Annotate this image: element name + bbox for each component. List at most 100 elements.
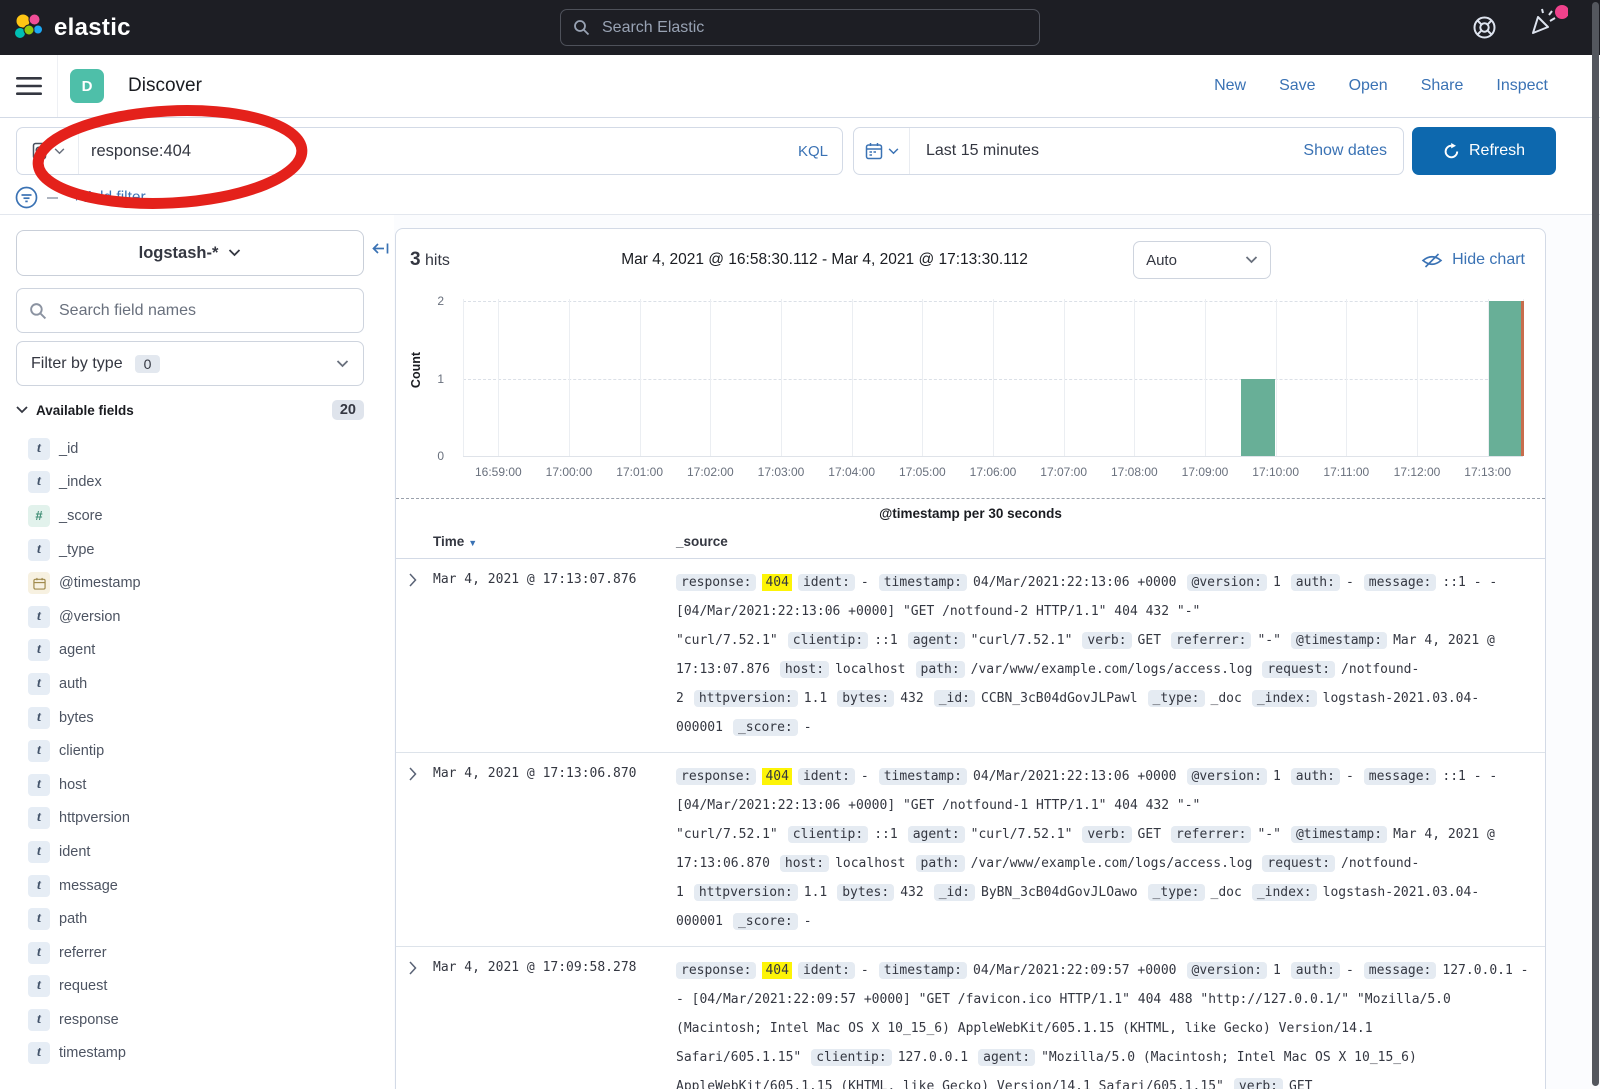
field-name: _type [59,542,94,558]
results-header: 3 hits Mar 4, 2021 @ 16:58:30.112 - Mar … [396,229,1545,291]
field-type-string-icon: t [28,942,50,964]
field-name: _id [59,441,78,457]
discover-app-badge[interactable]: D [70,69,104,103]
x-gridline [993,299,994,456]
time-column-header[interactable]: Time▼ [433,534,477,549]
kibana-discover-page: elastic [0,0,1600,1089]
x-tick-label: 17:04:00 [817,465,887,479]
field-item-_score[interactable]: #_score [16,499,364,533]
chevron-down-icon [1245,256,1258,264]
help-icon[interactable] [1471,14,1498,46]
query-language-button[interactable]: KQL [798,143,842,160]
add-filter-button[interactable]: + Add filter [72,189,146,207]
x-tick-label: 16:59:00 [463,465,533,479]
histogram-bar[interactable] [1489,301,1522,456]
interval-select[interactable]: Auto [1133,241,1271,279]
row-source: response:404ident:-timestamp:04/Mar/2021… [676,568,1535,742]
field-label: _id: [934,884,975,901]
vertical-scrollbar[interactable] [1592,2,1599,1086]
x-gridline [710,299,711,456]
field-item-message[interactable]: t message [16,869,364,903]
field-item-ident[interactable]: tident [16,835,364,869]
doc-table-header: Time▼ _source [396,529,1545,559]
field-item-response[interactable]: tresponse [16,1003,364,1037]
plot-border [463,299,464,456]
field-label: @timestamp: [1291,826,1387,843]
new-button[interactable]: New [1214,77,1246,95]
filter-icon[interactable] [15,186,38,209]
query-input[interactable]: response:404 [79,142,798,161]
histogram[interactable]: Count 01216:59:0017:00:0017:01:0017:02:0… [396,291,1545,498]
field-name: httpversion [59,810,130,826]
collapse-sidebar-icon[interactable] [371,239,390,263]
field-type-string-icon: t [28,438,50,460]
field-label: verb: [1082,826,1131,843]
saved-query-button[interactable] [17,128,79,174]
field-item-request[interactable]: trequest [16,970,364,1004]
expand-row-icon[interactable] [409,767,417,785]
field-label: timestamp: [879,574,967,591]
field-item-clientip[interactable]: tclientip [16,734,364,768]
y-tick-label: 1 [414,372,444,386]
expand-row-icon[interactable] [409,573,417,591]
field-item-@version[interactable]: t@version [16,600,364,634]
save-button[interactable]: Save [1279,77,1315,95]
field-name: message [59,878,118,894]
histogram-bar[interactable] [1241,379,1274,457]
y-tick-label: 2 [414,294,444,308]
field-value: - [861,963,869,978]
filter-by-type-select[interactable]: Filter by type 0 [16,341,364,386]
field-label: host: [780,661,829,678]
field-value: 04/Mar/2021:22:09:57 +0000 [973,963,1177,978]
y-axis-label: Count [409,340,423,400]
sort-desc-icon[interactable]: ▼ [468,538,477,548]
field-label: verb: [1082,632,1131,649]
field-type-date-icon [28,572,50,594]
field-item-_type[interactable]: t_type [16,533,364,567]
field-name: _score [59,508,103,524]
time-range-value[interactable]: Last 15 minutes [910,142,1303,160]
news-icon[interactable] [1526,4,1568,45]
field-label: message: [1364,574,1437,591]
saved-query-icon [31,142,49,160]
x-tick-label: 17:12:00 [1382,465,1452,479]
field-item-_id[interactable]: t _id [16,432,364,466]
field-item-agent[interactable]: tagent [16,634,364,668]
field-item-bytes[interactable]: tbytes [16,701,364,735]
elastic-logo[interactable]: elastic [14,0,131,55]
x-tick-label: 17:08:00 [1099,465,1169,479]
field-item-@timestamp[interactable]: @timestamp [16,566,364,600]
field-item-_index[interactable]: t_index [16,466,364,500]
hide-chart-button[interactable]: Hide chart [1421,251,1525,269]
refresh-button[interactable]: Refresh [1412,127,1556,175]
global-search[interactable] [560,9,1040,46]
expand-row-icon[interactable] [409,961,417,979]
field-type-string-icon: t [28,908,50,930]
field-type-string-icon: t [28,875,50,897]
field-type-string-icon: t [28,740,50,762]
field-search-input[interactable] [57,301,351,321]
field-search[interactable] [16,288,364,333]
chevron-down-icon [336,360,349,368]
field-item-auth[interactable]: tauth [16,667,364,701]
field-item-referrer[interactable]: treferrer [16,936,364,970]
field-label: response: [676,962,756,979]
date-quick-select-button[interactable] [854,128,910,174]
x-tick-label: 17:07:00 [1029,465,1099,479]
menu-icon[interactable] [0,55,58,117]
show-dates-button[interactable]: Show dates [1303,142,1403,160]
inspect-button[interactable]: Inspect [1496,77,1548,95]
field-item-httpversion[interactable]: thttpversion [16,802,364,836]
field-item-host[interactable]: thost [16,768,364,802]
field-value: - [804,720,812,735]
open-button[interactable]: Open [1349,77,1388,95]
available-fields-header[interactable]: Available fields 20 [16,400,364,420]
field-name: _index [59,474,102,490]
field-name: auth [59,676,87,692]
field-item-path[interactable]: tpath [16,902,364,936]
share-button[interactable]: Share [1421,77,1464,95]
search-icon [29,302,47,320]
field-item-timestamp[interactable]: ttimestamp [16,1037,364,1071]
index-pattern-select[interactable]: logstash-* [16,230,364,276]
global-search-input[interactable] [600,18,1027,38]
